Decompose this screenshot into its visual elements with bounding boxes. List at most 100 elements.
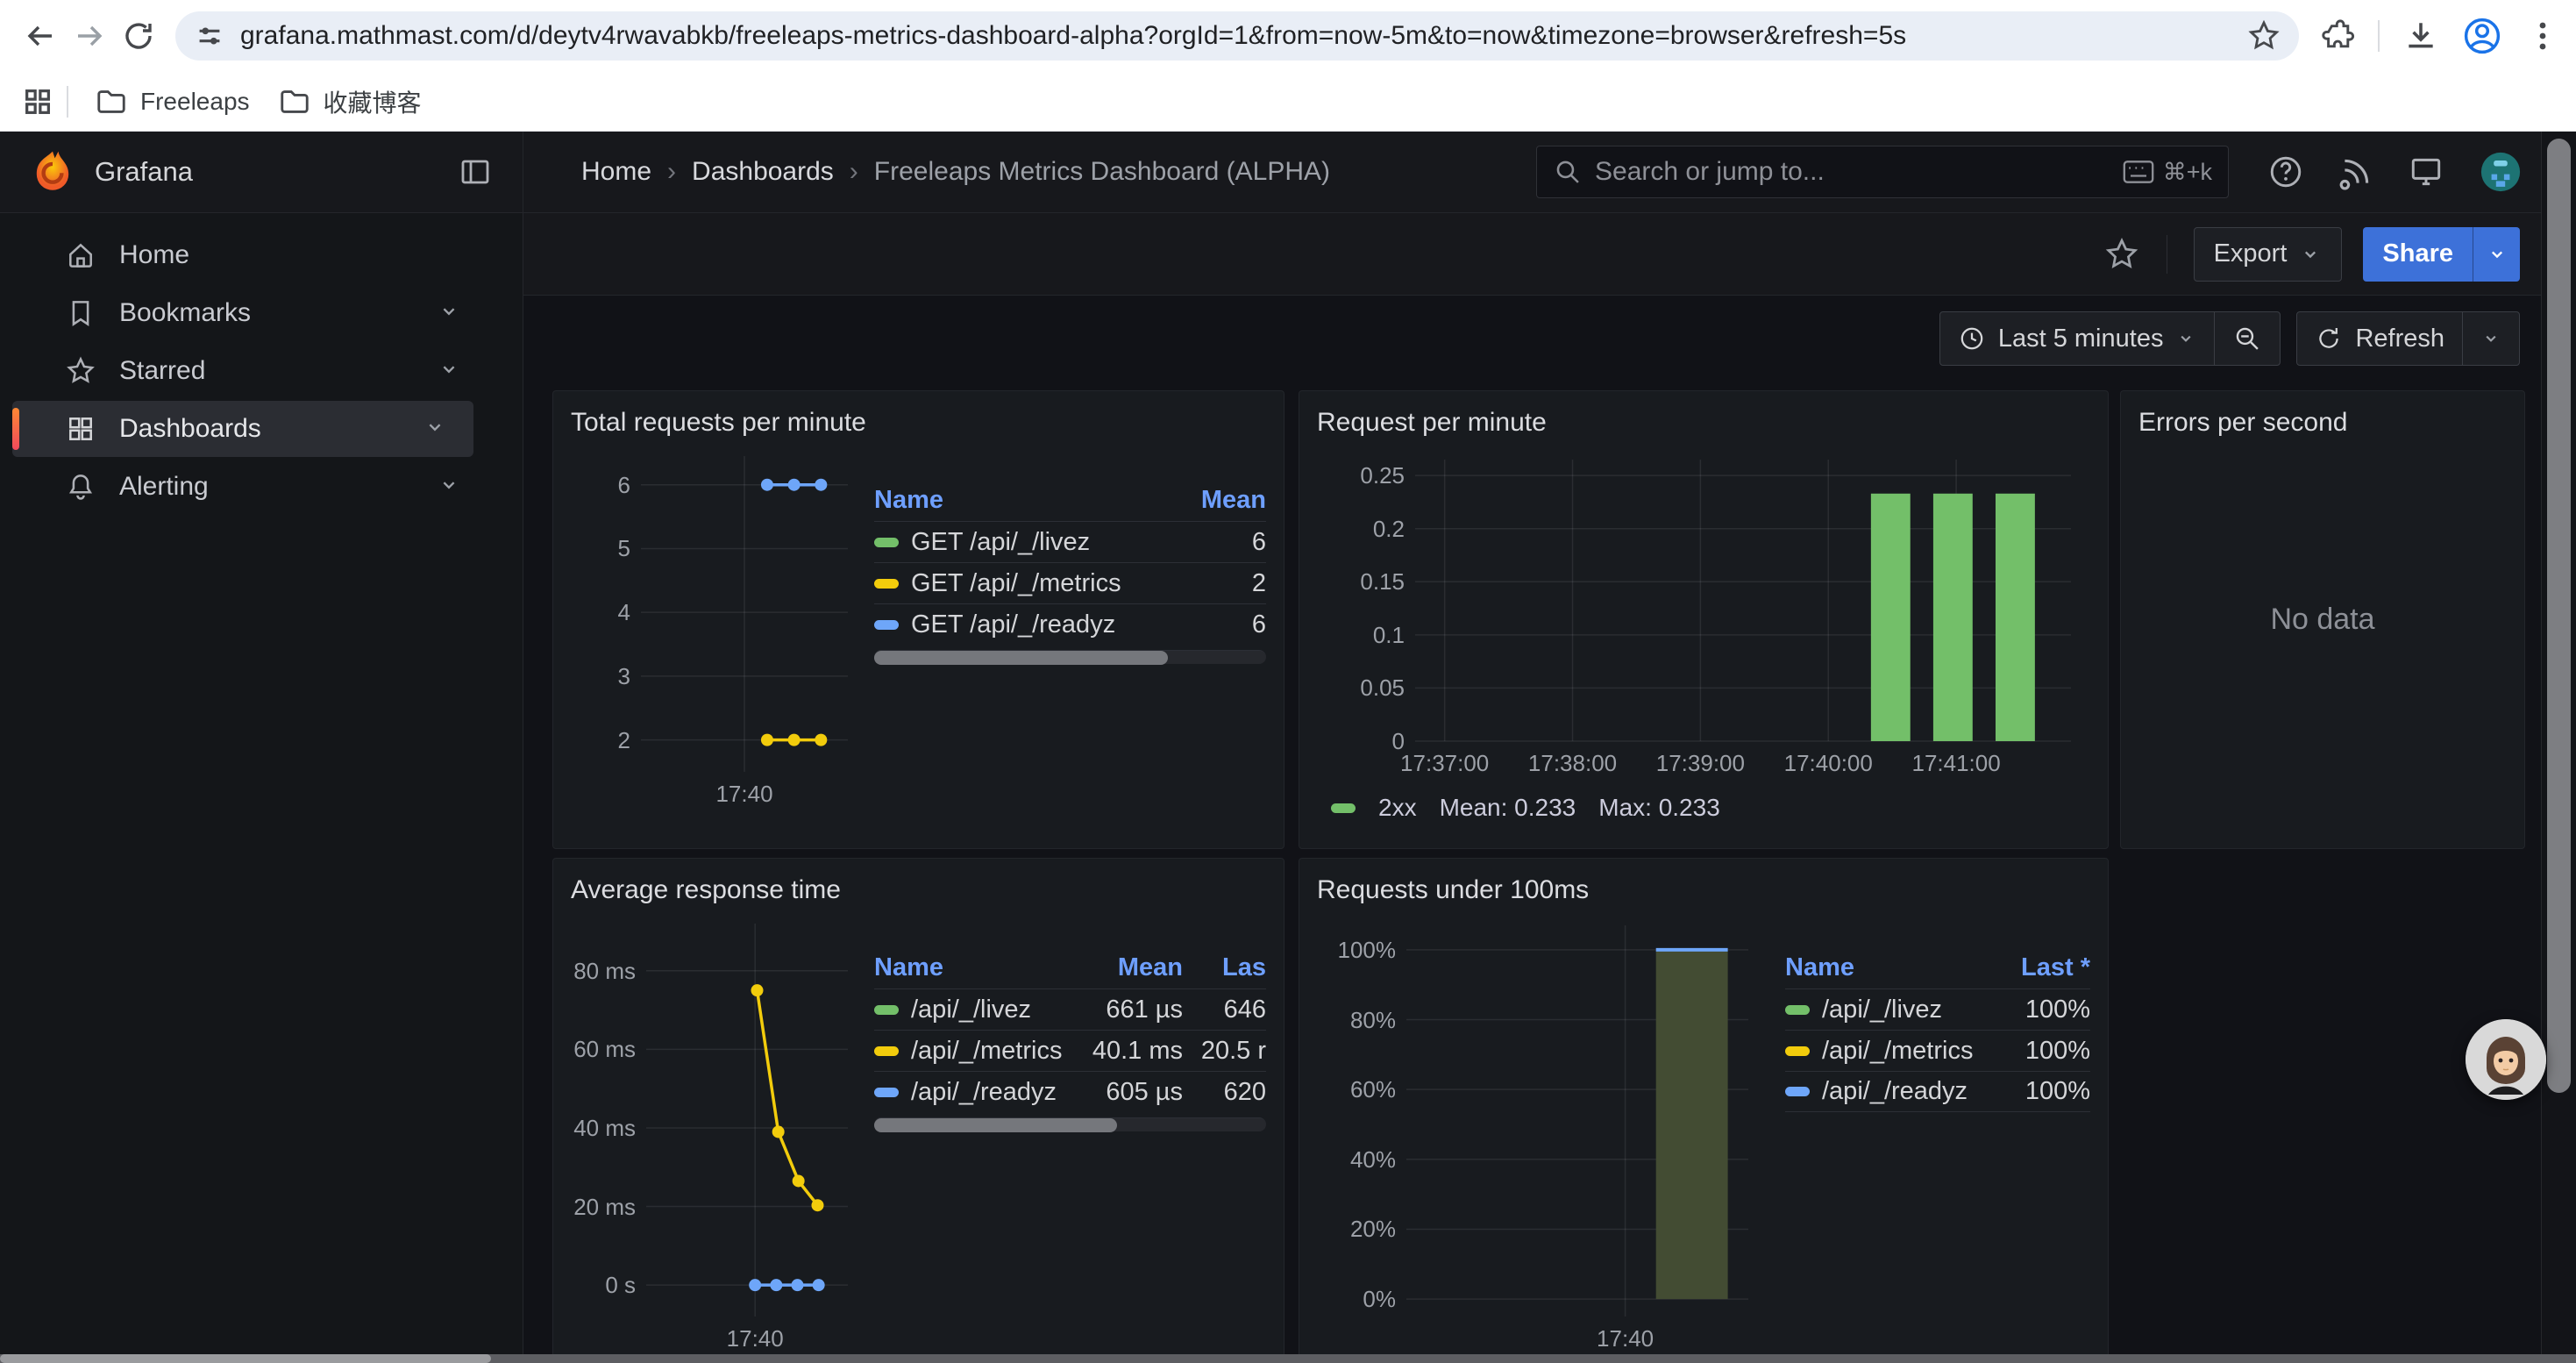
table-row[interactable]: /api/_/livez 661 µs 646 bbox=[874, 988, 1266, 1030]
profile-avatar-icon[interactable] bbox=[2462, 16, 2502, 56]
browser-toolbar: grafana.mathmast.com/d/deytv4rwavabkb/fr… bbox=[0, 0, 2576, 72]
bookmark-star-icon[interactable] bbox=[2246, 18, 2281, 54]
share-menu-button[interactable] bbox=[2473, 227, 2520, 282]
arrow-left-icon bbox=[23, 18, 58, 54]
breadcrumb-home[interactable]: Home bbox=[581, 157, 651, 187]
keyboard-icon bbox=[2123, 160, 2154, 184]
collapse-menu-icon[interactable] bbox=[458, 154, 493, 189]
legend-series[interactable]: 2xx bbox=[1378, 794, 1417, 822]
series-swatch[interactable] bbox=[874, 1088, 899, 1097]
axis-tick-label: 20% bbox=[1350, 1216, 1396, 1242]
table-row[interactable]: /api/_/readyz 100% bbox=[1785, 1071, 2090, 1112]
under-100ms-chart[interactable]: 100%80%60%40%20%0%17:40 bbox=[1317, 911, 1762, 1359]
chevron-down-icon[interactable] bbox=[423, 415, 447, 444]
user-avatar[interactable] bbox=[2478, 149, 2523, 195]
favorite-star-icon[interactable] bbox=[2103, 236, 2140, 273]
table-row[interactable]: /api/_/metrics 100% bbox=[1785, 1030, 2090, 1071]
axis-tick-label: 80% bbox=[1350, 1007, 1396, 1033]
avg-response-chart[interactable]: 80 ms60 ms40 ms20 ms0 s17:40 bbox=[571, 911, 860, 1359]
refresh-interval-button[interactable] bbox=[2462, 312, 2519, 365]
zoom-out-button[interactable] bbox=[2214, 312, 2280, 365]
axis-tick-label: 6 bbox=[618, 472, 630, 498]
address-bar[interactable]: grafana.mathmast.com/d/deytv4rwavabkb/fr… bbox=[175, 11, 2299, 61]
series-swatch[interactable] bbox=[1785, 1005, 1810, 1015]
browser-back-button[interactable] bbox=[16, 11, 65, 61]
export-button[interactable]: Export bbox=[2194, 227, 2343, 282]
search-input[interactable]: Search or jump to... ⌘+k bbox=[1536, 146, 2229, 198]
arrow-right-icon bbox=[72, 18, 107, 54]
browser-menu-icon[interactable] bbox=[2525, 18, 2560, 54]
table-scrollbar[interactable] bbox=[874, 650, 1266, 664]
browser-forward-button[interactable] bbox=[65, 11, 114, 61]
breadcrumb-current: Freeleaps Metrics Dashboard (ALPHA) bbox=[874, 157, 1330, 187]
panel-avg-response-time[interactable]: Average response time 80 ms60 ms40 ms20 … bbox=[552, 858, 1284, 1363]
refresh-group: Refresh bbox=[2296, 311, 2520, 366]
table-scrollbar[interactable] bbox=[874, 1117, 1266, 1131]
mega-menu: Home Bookmarks Starred Dashboards Alerti bbox=[0, 213, 523, 1363]
panel-requests-under-100ms[interactable]: Requests under 100ms 100%80%60%40%20%0%1… bbox=[1299, 858, 2109, 1363]
grafana-logo[interactable] bbox=[30, 149, 75, 195]
request-per-minute-chart[interactable]: 00.050.10.150.20.2517:37:0017:38:0017:39… bbox=[1317, 444, 2089, 790]
vertical-scrollbar[interactable] bbox=[2541, 132, 2576, 1363]
site-settings-icon[interactable] bbox=[193, 19, 226, 53]
series-swatch[interactable] bbox=[874, 1005, 899, 1015]
bookmark-folder-blogs[interactable]: 收藏博客 bbox=[264, 77, 436, 126]
chevron-down-icon[interactable] bbox=[437, 473, 461, 502]
browser-reload-button[interactable] bbox=[114, 11, 163, 61]
downloads-icon[interactable] bbox=[2402, 18, 2439, 54]
col-last[interactable]: Las bbox=[1183, 953, 1266, 982]
table-row[interactable]: GET /api/_/livez 6 bbox=[874, 521, 1266, 562]
sidebar-item-dashboards[interactable]: Dashboards bbox=[12, 401, 473, 457]
share-button[interactable]: Share bbox=[2363, 227, 2473, 282]
horizontal-scrollbar-thumb[interactable] bbox=[0, 1354, 491, 1363]
col-name[interactable]: Name bbox=[874, 486, 1170, 515]
series-swatch[interactable] bbox=[1785, 1087, 1810, 1096]
vertical-scrollbar-thumb[interactable] bbox=[2547, 139, 2571, 1093]
sidebar-item-label: Starred bbox=[119, 356, 437, 386]
total-requests-legend-table: Name Mean GET /api/_/livez 6 GET /api/_/… bbox=[874, 479, 1266, 812]
col-name[interactable]: Name bbox=[874, 953, 1069, 982]
col-last[interactable]: Last * bbox=[1994, 953, 2090, 982]
table-header: Name Mean bbox=[874, 479, 1266, 521]
apps-grid-icon[interactable] bbox=[21, 85, 54, 118]
series-swatch[interactable] bbox=[874, 620, 899, 630]
panel-title: Requests under 100ms bbox=[1317, 869, 2090, 911]
axis-tick-label: 17:39:00 bbox=[1656, 750, 1745, 776]
panel-total-requests[interactable]: Total requests per minute 6543217:40 Nam… bbox=[552, 390, 1284, 849]
sidebar-item-home[interactable]: Home bbox=[12, 227, 487, 283]
series-swatch[interactable] bbox=[874, 579, 899, 589]
series-swatch[interactable] bbox=[1331, 803, 1356, 813]
panel-errors-per-second[interactable]: Errors per second No data bbox=[2120, 390, 2525, 849]
chevron-down-icon[interactable] bbox=[437, 357, 461, 386]
sidebar-item-starred[interactable]: Starred bbox=[12, 343, 487, 399]
table-row[interactable]: /api/_/metrics 40.1 ms 20.5 r bbox=[874, 1030, 1266, 1071]
url-text[interactable]: grafana.mathmast.com/d/deytv4rwavabkb/fr… bbox=[240, 21, 2246, 51]
series-swatch[interactable] bbox=[1785, 1046, 1810, 1056]
extensions-icon[interactable] bbox=[2318, 18, 2355, 54]
time-range-picker[interactable]: Last 5 minutes bbox=[1940, 312, 2215, 365]
col-mean[interactable]: Mean bbox=[1170, 486, 1266, 515]
dashboard-main: Export Share Last 5 minutes bbox=[523, 213, 2576, 1363]
total-requests-chart[interactable]: 6543217:40 bbox=[571, 444, 860, 812]
breadcrumb-dashboards[interactable]: Dashboards bbox=[692, 157, 834, 187]
sidebar-item-alerting[interactable]: Alerting bbox=[12, 459, 487, 515]
news-icon[interactable] bbox=[2338, 153, 2374, 190]
panel-request-per-minute[interactable]: Request per minute 00.050.10.150.20.2517… bbox=[1299, 390, 2109, 849]
table-row[interactable]: GET /api/_/metrics 2 bbox=[874, 562, 1266, 603]
table-row[interactable]: GET /api/_/readyz 6 bbox=[874, 603, 1266, 645]
chevron-down-icon[interactable] bbox=[437, 299, 461, 328]
series-swatch[interactable] bbox=[874, 1046, 899, 1056]
col-mean[interactable]: Mean bbox=[1069, 953, 1183, 982]
axis-tick-label: 17:38:00 bbox=[1528, 750, 1617, 776]
horizontal-scrollbar[interactable] bbox=[0, 1354, 2576, 1363]
help-icon[interactable] bbox=[2267, 153, 2304, 190]
series-swatch[interactable] bbox=[874, 538, 899, 547]
table-row[interactable]: /api/_/livez 100% bbox=[1785, 988, 2090, 1030]
table-row[interactable]: /api/_/readyz 605 µs 620 bbox=[874, 1071, 1266, 1112]
sidebar-item-bookmarks[interactable]: Bookmarks bbox=[12, 285, 487, 341]
monitor-icon[interactable] bbox=[2408, 153, 2444, 190]
bookmark-folder-freeleaps[interactable]: Freeleaps bbox=[81, 78, 264, 125]
refresh-button[interactable]: Refresh bbox=[2297, 312, 2462, 365]
col-name[interactable]: Name bbox=[1785, 953, 1994, 982]
assistant-avatar-widget[interactable] bbox=[2466, 1019, 2546, 1100]
